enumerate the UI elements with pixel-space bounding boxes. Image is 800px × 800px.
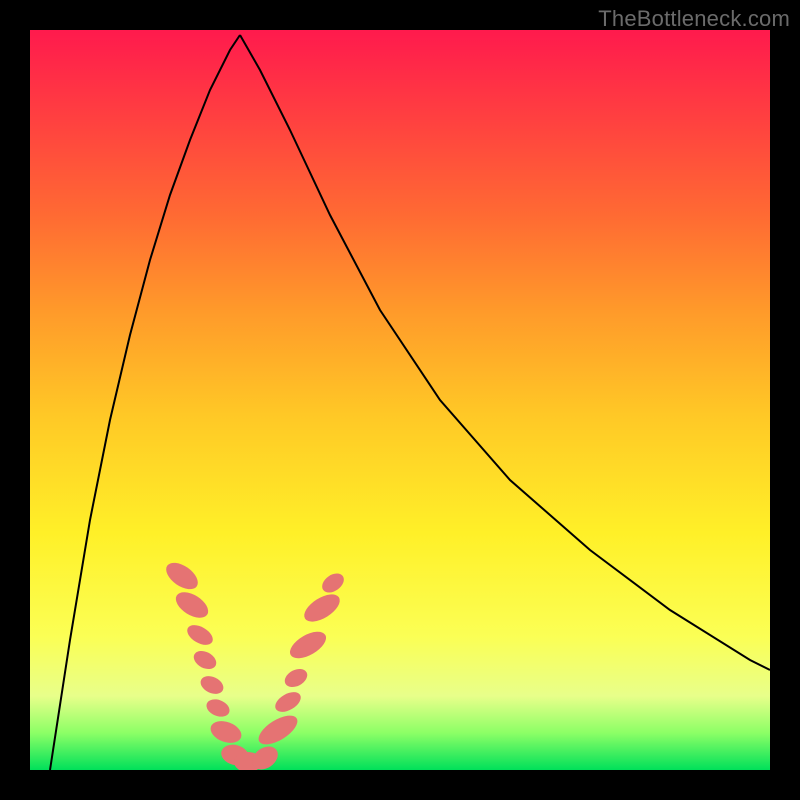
- markers-group: [162, 557, 348, 770]
- right-curve-path: [240, 35, 770, 670]
- marker-4: [198, 673, 227, 698]
- watermark-text: TheBottleneck.com: [598, 6, 790, 32]
- chart-svg: [30, 30, 770, 770]
- marker-0: [162, 557, 203, 594]
- marker-1: [171, 587, 212, 623]
- marker-11: [272, 688, 304, 716]
- marker-6: [208, 717, 245, 747]
- marker-14: [300, 589, 345, 627]
- marker-12: [282, 665, 311, 690]
- marker-10: [254, 710, 302, 750]
- marker-13: [286, 626, 331, 663]
- marker-2: [184, 621, 216, 649]
- marker-3: [191, 647, 220, 672]
- marker-5: [204, 696, 232, 720]
- marker-15: [319, 570, 348, 597]
